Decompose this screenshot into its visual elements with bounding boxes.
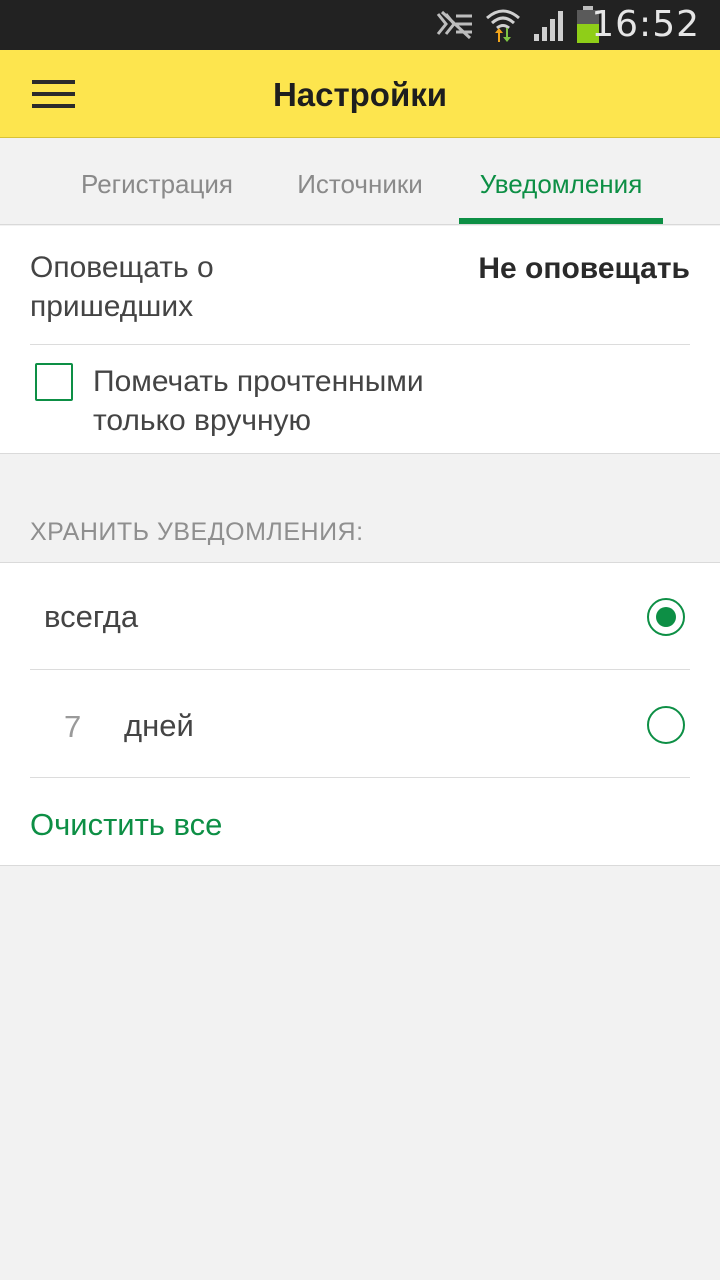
option-always-radio[interactable] bbox=[647, 598, 685, 636]
tab-label: Регистрация bbox=[81, 169, 233, 199]
page-title: Настройки bbox=[272, 76, 448, 113]
cell-signal-icon bbox=[534, 11, 563, 41]
divider bbox=[30, 344, 690, 345]
radio-selected-dot bbox=[656, 607, 676, 627]
mark-read-manually-label[interactable]: Помечать прочтенными только вручную bbox=[93, 362, 513, 440]
tab-active-indicator bbox=[459, 218, 663, 224]
tab-registration[interactable]: Регистрация bbox=[62, 139, 252, 225]
store-options-card: всегда 7 дней Очистить все bbox=[0, 562, 720, 866]
option-always-label[interactable]: всегда bbox=[44, 599, 138, 635]
wifi-icon bbox=[486, 9, 520, 42]
notification-settings-card: Оповещать о пришедших Не оповещать Помеч… bbox=[0, 226, 720, 454]
status-clock: 16:52 bbox=[591, 4, 700, 45]
no-signal-icon bbox=[436, 10, 472, 40]
notify-label: Оповещать о пришедших bbox=[30, 251, 214, 323]
notify-value-selector[interactable]: Не оповещать bbox=[478, 252, 690, 286]
divider bbox=[30, 777, 690, 778]
status-bar: 16:52 bbox=[0, 0, 720, 50]
tab-bar: Регистрация Источники Уведомления bbox=[0, 139, 720, 225]
mark-read-manually-checkbox[interactable] bbox=[35, 363, 73, 401]
store-notifications-header: ХРАНИТЬ УВЕДОМЛЕНИЯ: bbox=[30, 518, 364, 546]
option-days-label: дней bbox=[124, 708, 194, 743]
tab-sources[interactable]: Источники bbox=[270, 139, 450, 225]
option-days-radio[interactable] bbox=[647, 706, 685, 744]
divider bbox=[30, 669, 690, 670]
tab-label: Источники bbox=[297, 169, 423, 199]
clear-all-button[interactable]: Очистить все bbox=[30, 807, 222, 843]
tab-notifications[interactable]: Уведомления bbox=[459, 139, 663, 225]
app-toolbar: Настройки bbox=[0, 50, 720, 138]
tab-label: Уведомления bbox=[479, 169, 643, 199]
days-number-input[interactable]: 7 bbox=[64, 709, 81, 745]
